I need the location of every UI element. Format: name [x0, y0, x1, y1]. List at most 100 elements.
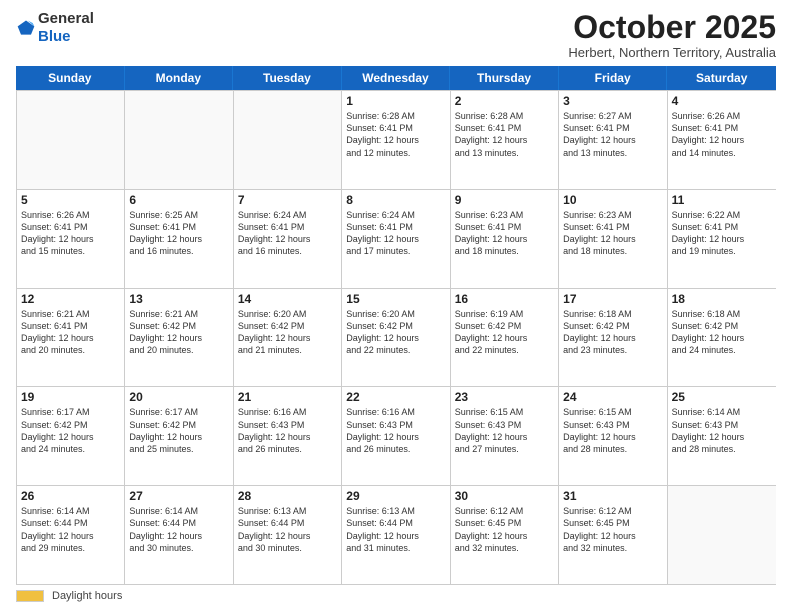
day-info: Sunrise: 6:16 AM Sunset: 6:43 PM Dayligh…	[346, 406, 445, 455]
header: General Blue October 2025 Herbert, North…	[16, 10, 776, 60]
day-info: Sunrise: 6:27 AM Sunset: 6:41 PM Dayligh…	[563, 110, 662, 159]
day-number: 8	[346, 193, 445, 207]
day-number: 2	[455, 94, 554, 108]
day-info: Sunrise: 6:26 AM Sunset: 6:41 PM Dayligh…	[21, 209, 120, 258]
calendar-cell: 29 Sunrise: 6:13 AM Sunset: 6:44 PM Dayli…	[342, 486, 450, 584]
weekday-header-saturday: Saturday	[667, 66, 776, 90]
day-number: 24	[563, 390, 662, 404]
day-info: Sunrise: 6:24 AM Sunset: 6:41 PM Dayligh…	[346, 209, 445, 258]
day-number: 3	[563, 94, 662, 108]
day-info: Sunrise: 6:14 AM Sunset: 6:44 PM Dayligh…	[21, 505, 120, 554]
day-number: 14	[238, 292, 337, 306]
month-title: October 2025	[568, 10, 776, 45]
day-number: 16	[455, 292, 554, 306]
calendar-cell: 11Sunrise: 6:22 AM Sunset: 6:41 PM Dayli…	[668, 190, 776, 288]
calendar-row-0: 1 Sunrise: 6:28 AM Sunset: 6:41 PM Daylig…	[17, 91, 776, 190]
logo-icon	[16, 18, 36, 38]
day-number: 18	[672, 292, 772, 306]
page: General Blue October 2025 Herbert, North…	[0, 0, 792, 612]
day-info: Sunrise: 6:12 AM Sunset: 6:45 PM Dayligh…	[563, 505, 662, 554]
day-number: 9	[455, 193, 554, 207]
day-info: Sunrise: 6:18 AM Sunset: 6:42 PM Dayligh…	[672, 308, 772, 357]
calendar-cell: 13 Sunrise: 6:21 AM Sunset: 6:42 PM Dayli…	[125, 289, 233, 387]
calendar-body: 1 Sunrise: 6:28 AM Sunset: 6:41 PM Daylig…	[16, 90, 776, 585]
calendar-cell: 20 Sunrise: 6:17 AM Sunset: 6:42 PM Dayli…	[125, 387, 233, 485]
daylight-swatch	[16, 590, 44, 602]
day-info: Sunrise: 6:23 AM Sunset: 6:41 PM Dayligh…	[455, 209, 554, 258]
day-number: 6	[129, 193, 228, 207]
footer: Daylight hours	[16, 590, 776, 602]
calendar-header: SundayMondayTuesdayWednesdayThursdayFrid…	[16, 66, 776, 90]
calendar-cell: 30Sunrise: 6:12 AM Sunset: 6:45 PM Dayli…	[451, 486, 559, 584]
day-number: 1	[346, 94, 445, 108]
day-number: 12	[21, 292, 120, 306]
day-info: Sunrise: 6:17 AM Sunset: 6:42 PM Dayligh…	[129, 406, 228, 455]
day-number: 29	[346, 489, 445, 503]
logo: General Blue	[16, 10, 94, 46]
day-number: 13	[129, 292, 228, 306]
calendar-cell	[17, 91, 125, 189]
weekday-header-monday: Monday	[125, 66, 234, 90]
calendar-cell: 9 Sunrise: 6:23 AM Sunset: 6:41 PM Daylig…	[451, 190, 559, 288]
calendar-row-1: 5 Sunrise: 6:26 AM Sunset: 6:41 PM Daylig…	[17, 190, 776, 289]
calendar-cell: 15 Sunrise: 6:20 AM Sunset: 6:42 PM Dayli…	[342, 289, 450, 387]
day-info: Sunrise: 6:23 AM Sunset: 6:41 PM Dayligh…	[563, 209, 662, 258]
day-number: 7	[238, 193, 337, 207]
weekday-header-thursday: Thursday	[450, 66, 559, 90]
calendar-row-3: 19 Sunrise: 6:17 AM Sunset: 6:42 PM Dayli…	[17, 387, 776, 486]
weekday-header-sunday: Sunday	[16, 66, 125, 90]
day-info: Sunrise: 6:26 AM Sunset: 6:41 PM Dayligh…	[672, 110, 772, 159]
calendar-row-4: 26 Sunrise: 6:14 AM Sunset: 6:44 PM Dayli…	[17, 486, 776, 585]
day-info: Sunrise: 6:13 AM Sunset: 6:44 PM Dayligh…	[238, 505, 337, 554]
calendar-cell: 19Sunrise: 6:17 AM Sunset: 6:42 PM Dayli…	[17, 387, 125, 485]
calendar-cell: 2Sunrise: 6:28 AM Sunset: 6:41 PM Daylig…	[451, 91, 559, 189]
day-number: 11	[672, 193, 772, 207]
day-info: Sunrise: 6:16 AM Sunset: 6:43 PM Dayligh…	[238, 406, 337, 455]
day-number: 22	[346, 390, 445, 404]
calendar-cell: 23Sunrise: 6:15 AM Sunset: 6:43 PM Dayli…	[451, 387, 559, 485]
calendar-cell: 25Sunrise: 6:14 AM Sunset: 6:43 PM Dayli…	[668, 387, 776, 485]
day-number: 23	[455, 390, 554, 404]
calendar-cell: 17Sunrise: 6:18 AM Sunset: 6:42 PM Dayli…	[559, 289, 667, 387]
weekday-header-tuesday: Tuesday	[233, 66, 342, 90]
calendar-cell: 4Sunrise: 6:26 AM Sunset: 6:41 PM Daylig…	[668, 91, 776, 189]
calendar-cell: 28 Sunrise: 6:13 AM Sunset: 6:44 PM Dayli…	[234, 486, 342, 584]
day-number: 20	[129, 390, 228, 404]
calendar-cell: 16 Sunrise: 6:19 AM Sunset: 6:42 PM Dayli…	[451, 289, 559, 387]
calendar-cell: 8 Sunrise: 6:24 AM Sunset: 6:41 PM Daylig…	[342, 190, 450, 288]
day-info: Sunrise: 6:19 AM Sunset: 6:42 PM Dayligh…	[455, 308, 554, 357]
day-info: Sunrise: 6:21 AM Sunset: 6:41 PM Dayligh…	[21, 308, 120, 357]
day-info: Sunrise: 6:12 AM Sunset: 6:45 PM Dayligh…	[455, 505, 554, 554]
day-info: Sunrise: 6:20 AM Sunset: 6:42 PM Dayligh…	[238, 308, 337, 357]
day-info: Sunrise: 6:20 AM Sunset: 6:42 PM Dayligh…	[346, 308, 445, 357]
weekday-header-friday: Friday	[559, 66, 668, 90]
day-info: Sunrise: 6:14 AM Sunset: 6:43 PM Dayligh…	[672, 406, 772, 455]
day-info: Sunrise: 6:28 AM Sunset: 6:41 PM Dayligh…	[346, 110, 445, 159]
calendar-cell	[234, 91, 342, 189]
calendar-cell: 10 Sunrise: 6:23 AM Sunset: 6:41 PM Dayli…	[559, 190, 667, 288]
calendar-cell: 22 Sunrise: 6:16 AM Sunset: 6:43 PM Dayli…	[342, 387, 450, 485]
day-number: 28	[238, 489, 337, 503]
day-number: 10	[563, 193, 662, 207]
day-info: Sunrise: 6:13 AM Sunset: 6:44 PM Dayligh…	[346, 505, 445, 554]
calendar-cell: 14 Sunrise: 6:20 AM Sunset: 6:42 PM Dayli…	[234, 289, 342, 387]
day-number: 26	[21, 489, 120, 503]
day-number: 15	[346, 292, 445, 306]
day-number: 19	[21, 390, 120, 404]
day-number: 5	[21, 193, 120, 207]
title-block: October 2025 Herbert, Northern Territory…	[568, 10, 776, 60]
calendar-row-2: 12 Sunrise: 6:21 AM Sunset: 6:41 PM Dayli…	[17, 289, 776, 388]
calendar-cell: 6 Sunrise: 6:25 AM Sunset: 6:41 PM Daylig…	[125, 190, 233, 288]
calendar-cell: 12 Sunrise: 6:21 AM Sunset: 6:41 PM Dayli…	[17, 289, 125, 387]
day-number: 21	[238, 390, 337, 404]
calendar-cell: 26 Sunrise: 6:14 AM Sunset: 6:44 PM Dayli…	[17, 486, 125, 584]
day-info: Sunrise: 6:14 AM Sunset: 6:44 PM Dayligh…	[129, 505, 228, 554]
calendar-cell: 3 Sunrise: 6:27 AM Sunset: 6:41 PM Daylig…	[559, 91, 667, 189]
calendar-cell: 1 Sunrise: 6:28 AM Sunset: 6:41 PM Daylig…	[342, 91, 450, 189]
calendar-cell: 31Sunrise: 6:12 AM Sunset: 6:45 PM Dayli…	[559, 486, 667, 584]
calendar-cell: 27Sunrise: 6:14 AM Sunset: 6:44 PM Dayli…	[125, 486, 233, 584]
calendar-cell: 5 Sunrise: 6:26 AM Sunset: 6:41 PM Daylig…	[17, 190, 125, 288]
weekday-header-wednesday: Wednesday	[342, 66, 451, 90]
day-info: Sunrise: 6:21 AM Sunset: 6:42 PM Dayligh…	[129, 308, 228, 357]
day-info: Sunrise: 6:25 AM Sunset: 6:41 PM Dayligh…	[129, 209, 228, 258]
